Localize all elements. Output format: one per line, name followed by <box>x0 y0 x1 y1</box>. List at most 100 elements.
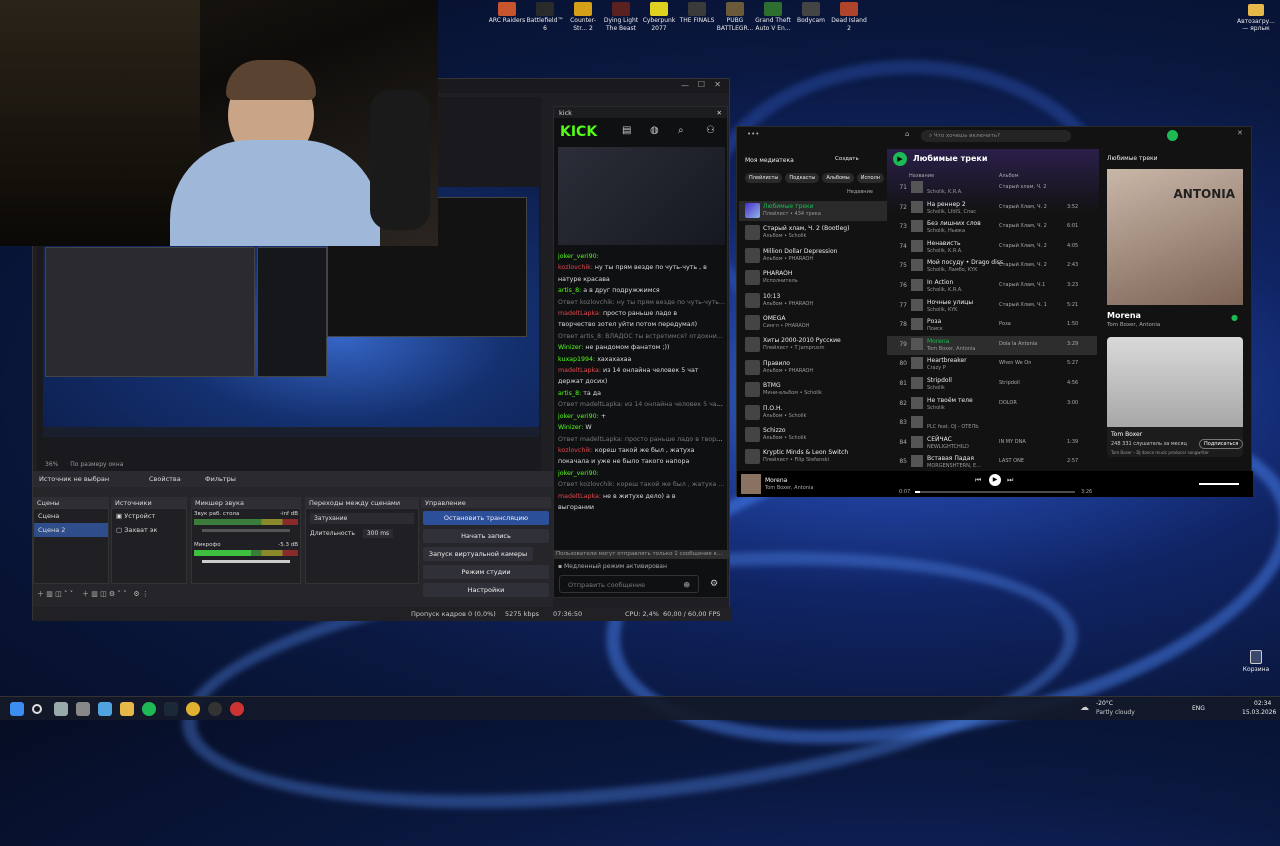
search-input[interactable]: ⌕ Что хочешь включить? <box>921 130 1071 142</box>
language-indicator[interactable]: ENG <box>1192 705 1205 712</box>
chat-username[interactable]: madeltLapka: <box>558 493 601 500</box>
track-row[interactable]: 83 PLC feat. OJ - OTEЛЬ <box>887 414 1097 433</box>
weather-icon[interactable]: ☁ <box>1080 703 1089 713</box>
chat-settings-icon[interactable]: ⚙ <box>710 579 718 589</box>
progress-track[interactable] <box>915 491 1075 493</box>
fit-select[interactable]: По размеру окна <box>70 461 123 468</box>
track-row[interactable]: 78 Роза Поиск Роза 1:50 <box>887 316 1097 335</box>
chat-username[interactable]: kozlovchik: <box>558 447 593 454</box>
chat-username[interactable]: madeltLapka: <box>558 367 601 374</box>
minimize-icon[interactable]: — <box>681 81 689 90</box>
play-pause-button[interactable]: ▶ <box>989 474 1001 486</box>
track-row[interactable]: 80 Heartbreaker Crazy P When We On 5:27 <box>887 355 1097 374</box>
source-item[interactable]: ▢ Захват эк <box>112 523 186 537</box>
duration-input[interactable]: 300 ms <box>362 529 394 538</box>
close-icon[interactable]: ✕ <box>714 80 721 89</box>
close-icon[interactable]: ✕ <box>1237 129 1243 137</box>
chat-username[interactable]: joker_veri90: <box>558 413 599 420</box>
chat-username[interactable]: artis_8: <box>558 287 581 294</box>
desktop-icon[interactable]: Dying Light The Beast <box>602 2 640 33</box>
task-view-icon[interactable] <box>54 702 68 716</box>
create-button[interactable]: Создать <box>835 156 859 162</box>
chat-username[interactable]: kozlovchik: <box>558 264 593 271</box>
chat-username[interactable]: madeltLapka: <box>558 310 601 317</box>
library-filter-chip[interactable]: Исполн <box>856 173 885 183</box>
user-icon[interactable]: ⚇ <box>706 125 715 136</box>
library-filter-chip[interactable]: Подкасты <box>785 173 820 183</box>
desktop-icon[interactable]: Bodycam <box>792 2 830 33</box>
store-icon[interactable]: ▤ <box>622 125 631 136</box>
recent-sort[interactable]: Недавние <box>847 189 873 195</box>
chat-username[interactable]: joker_veri90: <box>558 470 599 477</box>
message-input[interactable]: Отправить сообщение ☻ <box>559 575 699 593</box>
next-icon[interactable]: ⏭ <box>1007 476 1013 485</box>
scene-item[interactable]: Сцена <box>34 509 108 523</box>
library-filter-chip[interactable]: Плейлисты <box>745 173 783 183</box>
track-row[interactable]: 82 Не твоём теле Scholik DOLOR 3:00 <box>887 395 1097 414</box>
desktop-icon[interactable]: THE FINALS <box>678 2 716 33</box>
chat-username[interactable]: joker_veri90: <box>558 253 599 260</box>
subscribe-button[interactable]: Подписаться <box>1199 439 1244 449</box>
play-button[interactable]: ▶ <box>893 152 907 166</box>
track-row[interactable]: 74 Ненависть Scholik, K.R.A. Старый Хлам, Ч… <box>887 238 1097 257</box>
liked-icon[interactable]: ● <box>1231 313 1238 322</box>
spotify-icon[interactable] <box>142 702 156 716</box>
track-row[interactable]: 72 На реннер 2 Scholik, LfdiS, Cпас Старый … <box>887 199 1097 218</box>
artist-card[interactable]: Tom Boxer 248 331 слушатель за месяц Под… <box>1107 337 1244 457</box>
recorder-icon[interactable] <box>230 702 244 716</box>
widgets-icon[interactable] <box>98 702 112 716</box>
track-row[interactable]: 73 Без лишних слов Scholik, Ньюка Старый Хл… <box>887 218 1097 237</box>
windows-start-icon[interactable] <box>10 702 24 716</box>
steam-icon[interactable] <box>164 702 178 716</box>
scene-item-active[interactable]: Сцена 2 <box>34 523 108 537</box>
search-icon[interactable]: ⌕ <box>678 125 684 136</box>
close-icon[interactable]: ✕ <box>717 109 722 117</box>
chat-username[interactable]: kuxap1994: <box>558 356 595 363</box>
home-icon[interactable]: ⌂ <box>905 130 909 138</box>
settings-icon[interactable] <box>76 702 90 716</box>
globe-icon[interactable]: ◍ <box>650 125 659 136</box>
track-row[interactable]: 76 In Action Scholik, K.R.A. Старый Хлам, Ч… <box>887 277 1097 296</box>
desktop-icon-trash[interactable]: Корзина <box>1238 650 1274 673</box>
chat-username[interactable]: Winizer: <box>558 344 583 351</box>
obs-icon[interactable] <box>208 702 222 716</box>
settings-button[interactable]: Настройки <box>423 583 549 597</box>
desktop-icon-autostart[interactable]: Автозагру... — ярлык <box>1236 4 1276 32</box>
track-row[interactable]: 81 Stripdoll Scholik Stripdoll 4:56 <box>887 375 1097 394</box>
track-row[interactable]: 84 СЕЙЧАС NEWLIGHTCHILD IN MY DNA 1:39 <box>887 434 1097 453</box>
chrome-icon[interactable] <box>186 702 200 716</box>
explorer-icon[interactable] <box>120 702 134 716</box>
emoji-icon[interactable]: ☻ <box>683 581 690 589</box>
desktop-icon[interactable]: ARC Raiders <box>488 2 526 33</box>
track-row[interactable]: 77 Ночные улицы Scholik, KYK Старый Хлам, Ч… <box>887 297 1097 316</box>
desktop-icon[interactable]: Battlefield™ 6 <box>526 2 564 33</box>
zoom-value[interactable]: 36% <box>45 461 58 468</box>
track-row[interactable]: 79 Morena Tom Boxer, Antonia Dola la Antoni… <box>887 335 1097 355</box>
prev-icon[interactable]: ⏮ <box>975 476 981 485</box>
filters-button[interactable]: Фильтры <box>205 475 236 483</box>
track-row[interactable]: 71 Scholik, K.R.A. Старый хлам, Ч. 2 <box>887 179 1097 198</box>
desktop-icon[interactable]: Cyberpunk 2077 <box>640 2 678 33</box>
virtual-camera-button[interactable]: Запуск виртуальной камеры <box>423 547 533 561</box>
track-row[interactable]: 85 Вставая Падая MORGENSHTERN, Е... LAST ON… <box>887 453 1097 472</box>
desktop-icon[interactable]: Grand Theft Auto V En... <box>754 2 792 33</box>
clock-date[interactable]: 15.03.2026 <box>1242 709 1276 716</box>
desktop-icon[interactable]: Dead Island 2 <box>830 2 868 33</box>
volume-slider[interactable] <box>202 529 290 532</box>
volume-slider[interactable] <box>202 560 290 563</box>
source-item[interactable]: ▣ Устройст <box>112 509 186 523</box>
stop-stream-button[interactable]: Остановить трансляцию <box>423 511 549 525</box>
library-filter-chip[interactable]: Альбомы <box>822 173 854 183</box>
kick-logo[interactable]: KICK <box>560 124 597 140</box>
menu-icon[interactable]: ••• <box>747 130 759 138</box>
maximize-icon[interactable]: ☐ <box>698 80 705 89</box>
search-icon[interactable] <box>32 704 42 714</box>
start-recording-button[interactable]: Начать запись <box>423 529 549 543</box>
track-row[interactable]: 75 Мой посуду • Drago diss Scholik, Ламбо,… <box>887 257 1097 276</box>
desktop-icon[interactable]: Counter-Str... 2 <box>564 2 602 33</box>
clock-time[interactable]: 02:34 <box>1254 700 1271 707</box>
chat-username[interactable]: Winizer: <box>558 424 583 431</box>
chat-username[interactable]: artis_8: <box>558 390 581 397</box>
volume-slider[interactable] <box>1199 483 1239 485</box>
stream-preview[interactable] <box>558 147 725 245</box>
